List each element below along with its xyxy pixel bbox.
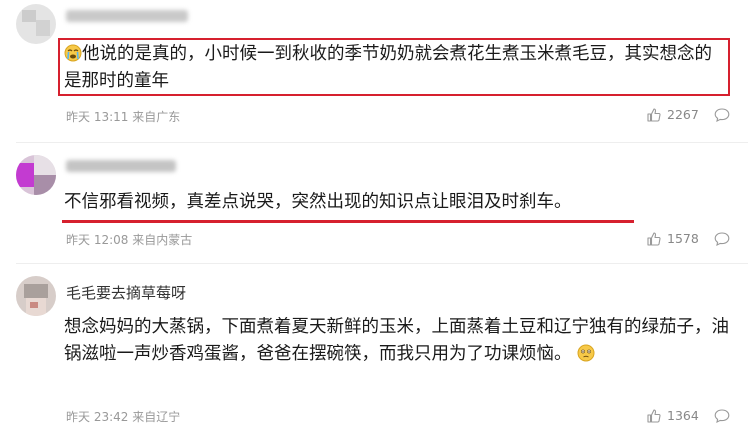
comment-bubble-icon[interactable] [714, 232, 730, 246]
like-count: 1364 [667, 408, 699, 423]
tearful-face-icon [577, 344, 595, 362]
divider [16, 263, 748, 264]
comment-2: 不信邪看视频，真差点说哭，突然出现的知识点让眼泪及时刹车。 昨天 12:08 来… [0, 150, 748, 260]
username-blurred[interactable] [66, 160, 176, 172]
username-blurred[interactable] [66, 10, 188, 22]
avatar[interactable] [16, 155, 56, 195]
comment-bubble-icon[interactable] [714, 409, 730, 423]
thumbs-up-icon [647, 408, 661, 423]
comment-text: 不信邪看视频，真差点说哭，突然出现的知识点让眼泪及时刹车。 [64, 192, 572, 212]
crying-face-icon [64, 44, 82, 62]
comment-text-body: 他说的是真的，小时候一到秋收的季节奶奶就会煮花生煮玉米煮毛豆，其实想念的是那时的… [64, 44, 712, 91]
thumbs-up-icon [647, 231, 661, 246]
comment-bubble-icon[interactable] [714, 108, 730, 122]
like-button[interactable]: 1578 [647, 231, 699, 246]
comment-meta: 昨天 13:11 来自广东 [66, 110, 181, 124]
comment-1: 他说的是真的，小时候一到秋收的季节奶奶就会煮花生煮玉米煮毛豆，其实想念的是那时的… [0, 0, 748, 135]
highlight-underline [62, 220, 634, 223]
like-count: 1578 [667, 231, 699, 246]
divider [16, 142, 748, 143]
comment-text: 他说的是真的，小时候一到秋收的季节奶奶就会煮花生煮玉米煮毛豆，其实想念的是那时的… [64, 41, 724, 95]
username[interactable]: 毛毛要去摘草莓呀 [66, 282, 186, 303]
like-count: 2267 [667, 107, 699, 122]
comment-3: 毛毛要去摘草莓呀 想念妈妈的大蒸锅，下面煮着夏天新鲜的玉米，上面蒸着土豆和辽宁独… [0, 270, 748, 435]
like-button[interactable]: 1364 [647, 408, 699, 423]
comment-meta: 昨天 12:08 来自内蒙古 [66, 233, 193, 247]
comment-text: 想念妈妈的大蒸锅，下面煮着夏天新鲜的玉米，上面蒸着土豆和辽宁独有的绿茄子，油锅滋… [64, 314, 734, 368]
comment-meta: 昨天 23:42 来自辽宁 [66, 410, 181, 424]
comment-text-body: 想念妈妈的大蒸锅，下面煮着夏天新鲜的玉米，上面蒸着土豆和辽宁独有的绿茄子，油锅滋… [64, 317, 729, 364]
avatar[interactable] [16, 4, 56, 44]
avatar[interactable] [16, 276, 56, 316]
like-button[interactable]: 2267 [647, 107, 699, 122]
thumbs-up-icon [647, 107, 661, 122]
